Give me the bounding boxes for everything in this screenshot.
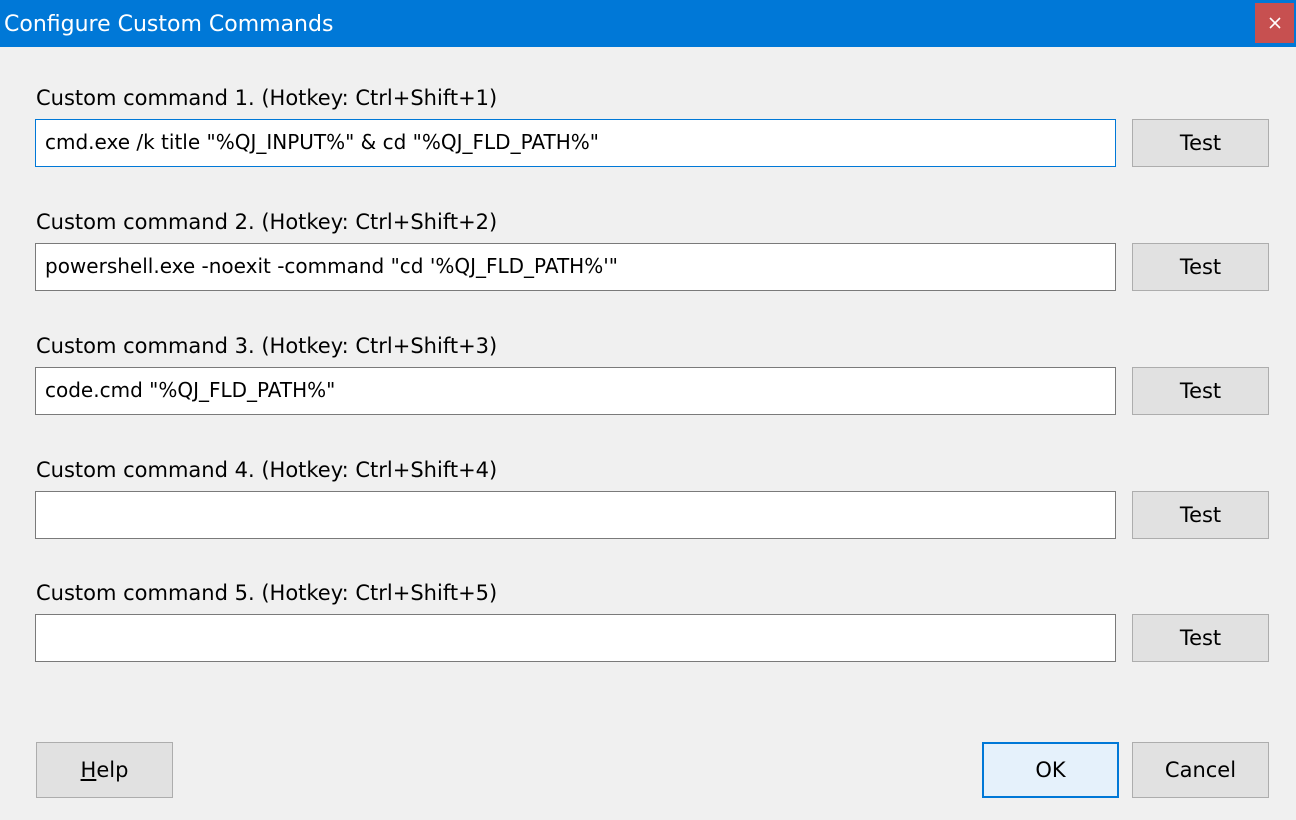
ok-button[interactable]: OK (982, 742, 1119, 798)
command-1-input[interactable] (35, 119, 1116, 167)
window-title: Configure Custom Commands (4, 12, 334, 37)
command-5-test-button[interactable]: Test (1132, 614, 1269, 662)
help-button[interactable]: Help (36, 742, 173, 798)
command-1-label: Custom command 1. (Hotkey: Ctrl+Shift+1) (36, 86, 498, 110)
help-accelerator: H (80, 758, 97, 782)
command-2-label: Custom command 2. (Hotkey: Ctrl+Shift+2) (36, 210, 498, 234)
command-3-input[interactable] (35, 367, 1116, 415)
cancel-button[interactable]: Cancel (1132, 742, 1269, 798)
command-5-input[interactable] (35, 614, 1116, 662)
command-3-test-button[interactable]: Test (1132, 367, 1269, 415)
command-4-label: Custom command 4. (Hotkey: Ctrl+Shift+4) (36, 458, 498, 482)
command-2-input[interactable] (35, 243, 1116, 291)
command-2-test-button[interactable]: Test (1132, 243, 1269, 291)
dialog-window: Configure Custom Commands Custom command… (0, 0, 1296, 820)
command-1-test-button[interactable]: Test (1132, 119, 1269, 167)
command-3-label: Custom command 3. (Hotkey: Ctrl+Shift+3) (36, 334, 498, 358)
command-5-label: Custom command 5. (Hotkey: Ctrl+Shift+5) (36, 581, 498, 605)
close-button[interactable] (1255, 3, 1294, 43)
command-4-input[interactable] (35, 491, 1116, 539)
command-4-test-button[interactable]: Test (1132, 491, 1269, 539)
help-label-rest: elp (96, 758, 129, 782)
close-icon (1268, 17, 1281, 29)
title-bar: Configure Custom Commands (0, 0, 1296, 47)
